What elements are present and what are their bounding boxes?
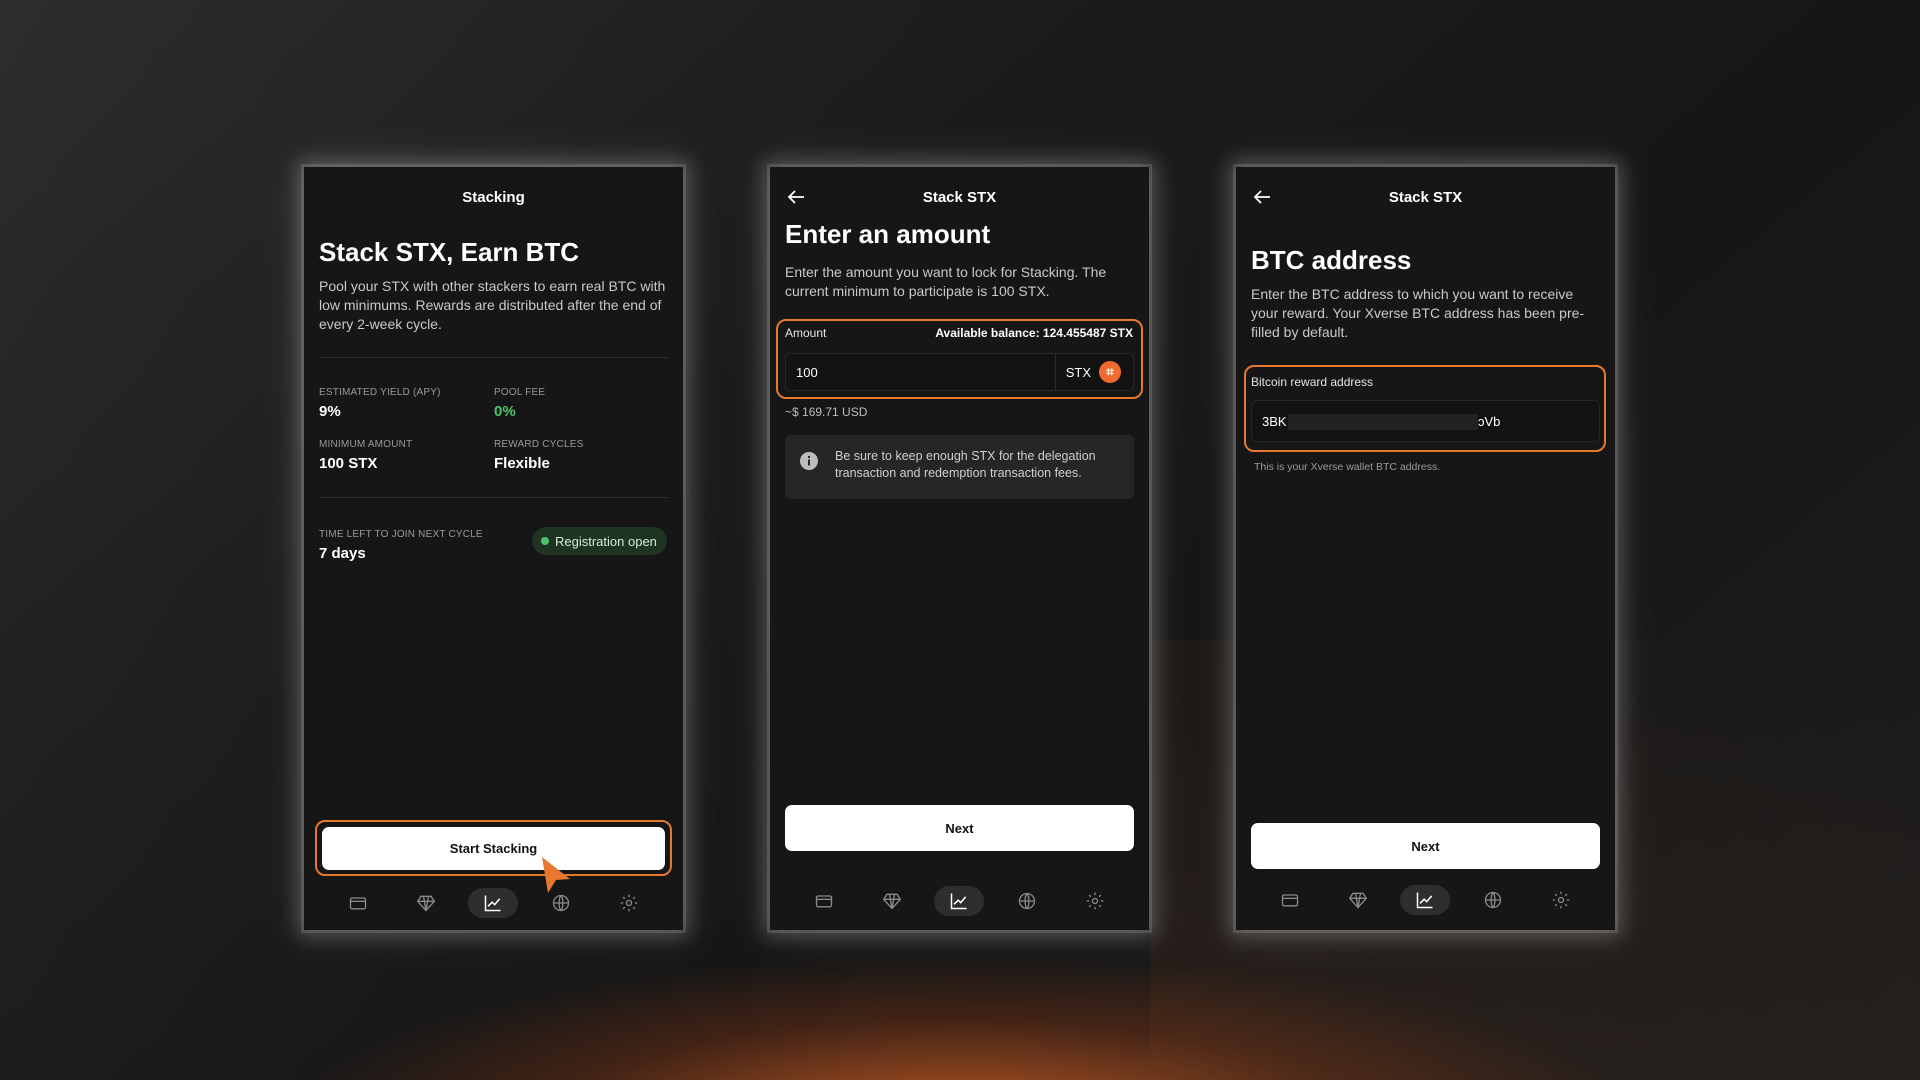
- next-button[interactable]: Next: [1251, 823, 1600, 869]
- page-title: BTC address: [1251, 245, 1412, 275]
- nav-stacking[interactable]: [468, 888, 519, 918]
- status-dot: [541, 537, 549, 545]
- time-left-value: 7 days: [319, 545, 366, 562]
- page-title: Stack STX, Earn BTC: [319, 237, 580, 267]
- estimated-yield-label: ESTIMATED YIELD (APY): [319, 387, 441, 398]
- nav-gem[interactable]: [1333, 885, 1383, 915]
- usd-value: ~$ 169.71 USD: [785, 405, 868, 419]
- bottom-nav: [304, 883, 683, 923]
- page-description: Enter the BTC address to which you want …: [1251, 286, 1585, 340]
- currency-selector[interactable]: STX ⌗: [1054, 354, 1121, 390]
- gem-icon: [1348, 892, 1367, 909]
- globe-icon: [1019, 892, 1036, 910]
- reward-cycles-label: REWARD CYCLES: [494, 439, 584, 450]
- stacking-overview-screen: Stacking Stack STX, Earn BTC Pool your S…: [304, 167, 683, 930]
- address-label: Bitcoin reward address: [1251, 375, 1374, 389]
- back-arrow-icon[interactable]: [784, 185, 808, 209]
- header-title: Stack STX: [922, 188, 997, 206]
- back-arrow-icon[interactable]: [1250, 185, 1274, 209]
- wallet-icon: [1281, 894, 1299, 907]
- nav-settings[interactable]: [1070, 886, 1120, 916]
- nav-explore[interactable]: [1468, 885, 1518, 915]
- currency-label: STX: [1065, 364, 1091, 380]
- estimated-yield-value: 9%: [319, 403, 341, 420]
- wallet-icon: [815, 895, 833, 908]
- settings-icon: [1086, 892, 1104, 910]
- amount-input-value: 100: [796, 364, 818, 380]
- btc-address-screen: Stack STX BTC address Enter the BTC addr…: [1236, 167, 1615, 930]
- nav-gem[interactable]: [867, 886, 917, 916]
- page-description: Pool your STX with other stackers to ear…: [319, 278, 666, 332]
- header: Stacking: [304, 167, 683, 227]
- bottom-nav: [770, 881, 1149, 921]
- time-left-label: TIME LEFT TO JOIN NEXT CYCLE: [319, 529, 483, 540]
- nav-wallet[interactable]: [1265, 885, 1315, 915]
- minimum-amount-value: 100 STX: [319, 455, 378, 472]
- chart-icon: [485, 895, 501, 912]
- status-badge-label: Registration open: [555, 533, 657, 549]
- btc-address-input[interactable]: 3BK ɔVb: [1251, 400, 1600, 442]
- address-suffix: ɔVb: [1478, 413, 1501, 429]
- page-description: Enter the amount you want to lock for St…: [785, 264, 1107, 299]
- bottom-nav: [1236, 880, 1615, 920]
- header: Stack STX: [770, 167, 1149, 227]
- nav-explore[interactable]: [1002, 886, 1052, 916]
- enter-amount-screen: Stack STX Enter an amount Enter the amou…: [770, 167, 1149, 930]
- header: Stack STX: [1236, 167, 1615, 227]
- address-hint: This is your Xverse wallet BTC address.: [1254, 461, 1441, 473]
- amount-label: Amount: [785, 326, 827, 340]
- reward-cycles-value: Flexible: [494, 455, 550, 472]
- divider: [319, 357, 669, 358]
- pointer-cursor-icon: [542, 857, 570, 893]
- page-title: Enter an amount: [785, 219, 991, 249]
- available-balance: Available balance: 124.455487 STX: [935, 326, 1133, 340]
- nav-wallet[interactable]: [799, 886, 849, 916]
- info-icon: [800, 452, 818, 470]
- next-button[interactable]: Next: [785, 805, 1134, 851]
- amount-input[interactable]: 100 STX ⌗: [785, 353, 1134, 391]
- globe-icon: [553, 894, 570, 912]
- nav-gem[interactable]: [401, 888, 451, 918]
- gem-icon: [882, 893, 901, 910]
- start-stacking-button[interactable]: Start Stacking: [322, 827, 665, 870]
- redacted-address: [1288, 414, 1478, 430]
- stx-coin-icon: ⌗: [1099, 361, 1121, 383]
- gem-icon: [416, 895, 435, 912]
- settings-icon: [620, 894, 638, 912]
- address-prefix: 3BK: [1262, 413, 1287, 429]
- nav-wallet[interactable]: [333, 888, 383, 918]
- header-title: Stacking: [462, 188, 525, 206]
- nav-settings[interactable]: [604, 888, 654, 918]
- header-title: Stack STX: [1388, 188, 1463, 206]
- nav-settings[interactable]: [1536, 885, 1586, 915]
- nav-stacking[interactable]: [1400, 885, 1451, 915]
- wallet-icon: [349, 897, 367, 910]
- chart-icon: [951, 893, 967, 910]
- nav-stacking[interactable]: [934, 886, 985, 916]
- chart-icon: [1417, 892, 1433, 909]
- status-badge: Registration open: [532, 527, 667, 555]
- info-text: Be sure to keep enough STX for the deleg…: [835, 449, 1096, 480]
- settings-icon: [1552, 891, 1570, 909]
- pool-fee-label: POOL FEE: [494, 387, 546, 398]
- globe-icon: [1485, 891, 1502, 909]
- pool-fee-value: 0%: [494, 403, 516, 420]
- info-box: Be sure to keep enough STX for the deleg…: [785, 435, 1134, 499]
- minimum-amount-label: MINIMUM AMOUNT: [319, 439, 413, 450]
- divider: [319, 497, 669, 498]
